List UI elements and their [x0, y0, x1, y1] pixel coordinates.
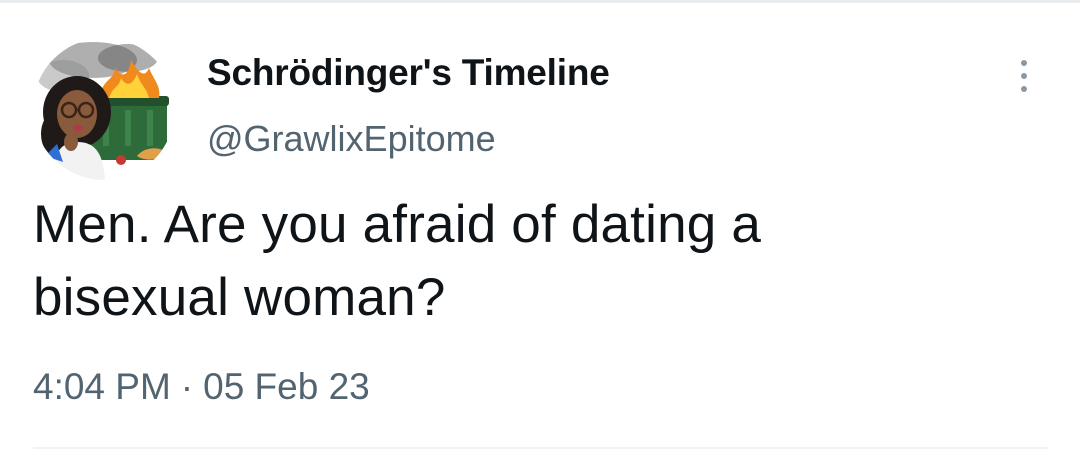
author-handle[interactable]: @GrawlixEpitome [207, 118, 496, 160]
avatar[interactable] [33, 38, 175, 180]
tweet-text: Men. Are you afraid of dating a bisexual… [33, 195, 762, 327]
author-display-name[interactable]: Schrödinger's Timeline [207, 52, 610, 94]
tweet-time: 4:04 PM [33, 366, 171, 407]
top-divider [0, 0, 1080, 3]
avatar-image [33, 38, 175, 180]
tweet-timestamp[interactable]: 4:04 PM · 05 Feb 23 [33, 366, 370, 408]
tweet-date: 05 Feb 23 [203, 366, 370, 407]
timestamp-separator: · [180, 366, 194, 407]
more-options-button[interactable] [1008, 56, 1042, 96]
bottom-divider [33, 447, 1048, 449]
tweet-card: Schrödinger's Timeline @GrawlixEpitome M… [0, 0, 1080, 455]
